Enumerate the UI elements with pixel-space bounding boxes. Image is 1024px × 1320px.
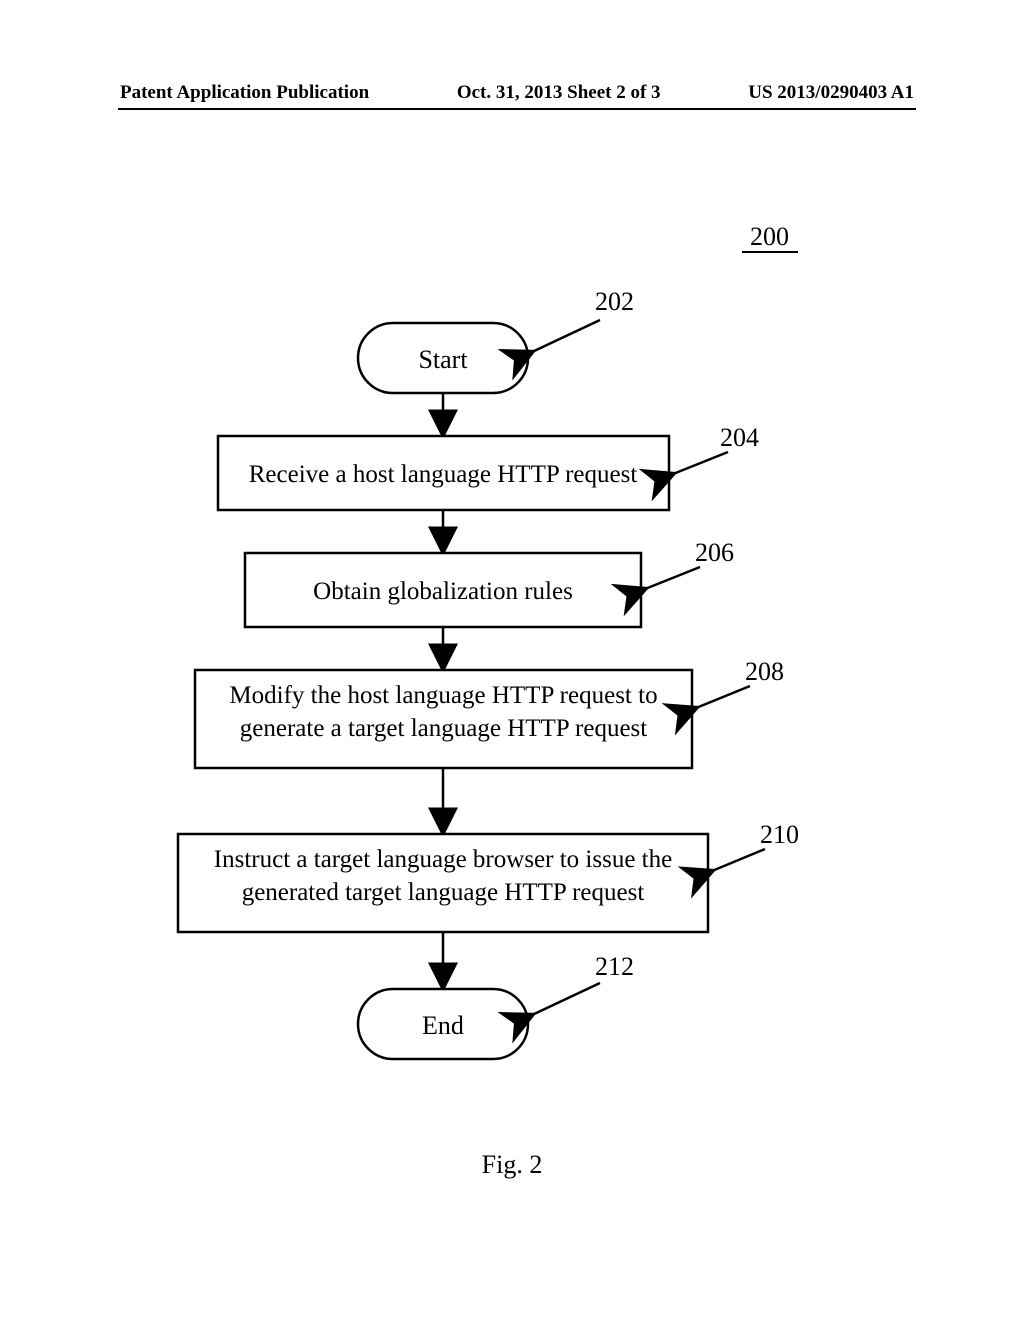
step-204-text: Receive a host language HTTP request xyxy=(249,461,638,488)
flowchart-diagram: 200 Start 202 Receive a host language HT… xyxy=(0,0,1024,1320)
figure-ref-200: 200 xyxy=(750,222,789,251)
ref-202: 202 xyxy=(595,287,634,316)
end-label: End xyxy=(422,1011,464,1040)
ref-210: 210 xyxy=(760,820,799,849)
step-210-text: Instruct a target language browser to is… xyxy=(214,846,672,906)
step-204-box: Receive a host language HTTP request xyxy=(218,436,669,510)
step-206-box: Obtain globalization rules xyxy=(245,553,641,627)
end-terminal: End xyxy=(358,989,528,1059)
ref-206: 206 xyxy=(695,538,734,567)
patent-page: Patent Application Publication Oct. 31, … xyxy=(0,0,1024,1320)
ref-208: 208 xyxy=(745,657,784,686)
step-208-text: Modify the host language HTTP request to… xyxy=(229,682,657,742)
start-label: Start xyxy=(418,345,468,374)
figure-caption: Fig. 2 xyxy=(0,1150,1024,1180)
start-terminal: Start xyxy=(358,323,528,393)
ref-212: 212 xyxy=(595,952,634,981)
ref-204: 204 xyxy=(720,423,759,452)
step-210-box: Instruct a target language browser to is… xyxy=(178,834,708,932)
step-208-box: Modify the host language HTTP request to… xyxy=(195,670,692,768)
step-206-text: Obtain globalization rules xyxy=(313,578,573,605)
